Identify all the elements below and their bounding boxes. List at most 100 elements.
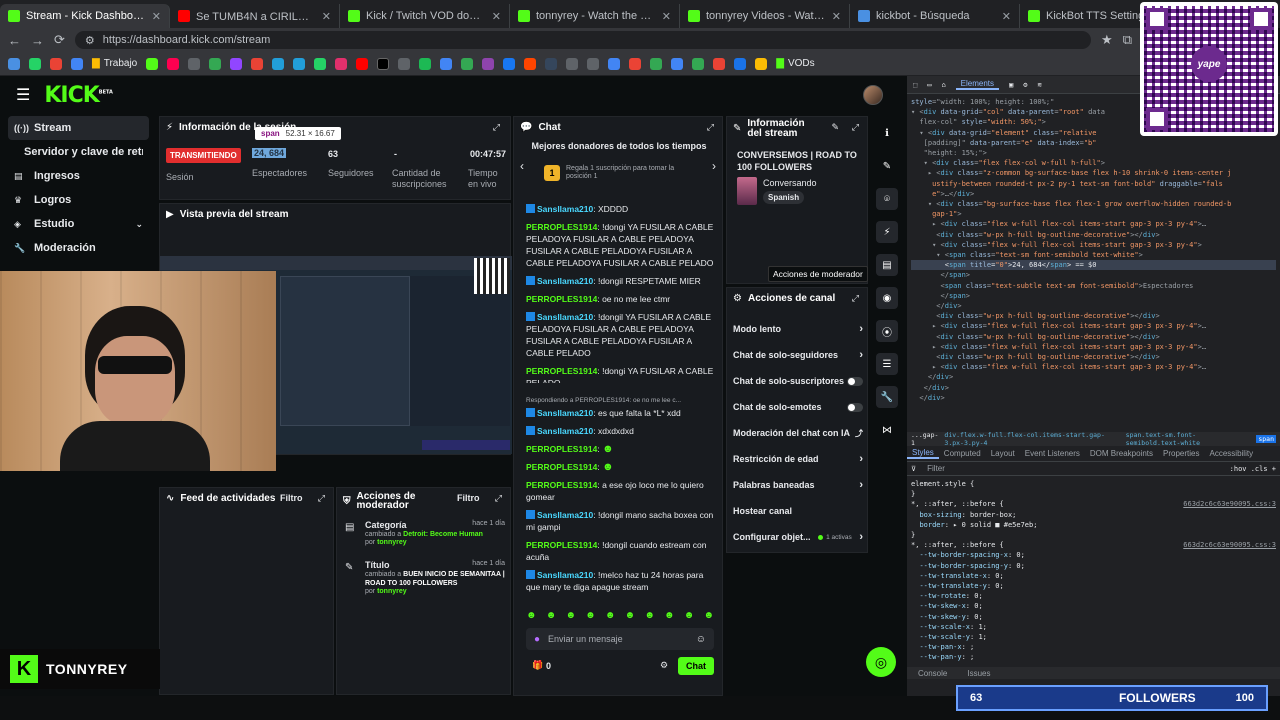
dom-node[interactable]: ustify-between rounded-t px-2 py-1 text-… [911, 179, 1276, 189]
popout-icon[interactable]: ⤢ [852, 293, 859, 304]
star-icon[interactable]: ★ [1101, 32, 1113, 48]
chat-username[interactable]: Sansllama210 [537, 570, 593, 580]
close-icon[interactable]: ✕ [1002, 10, 1011, 23]
chat-username[interactable]: PERROPLES1914 [526, 462, 597, 472]
chat-username[interactable]: PERROPLES1914 [526, 294, 597, 304]
bookmark-icon[interactable] [629, 57, 642, 70]
close-icon[interactable]: ✕ [832, 10, 841, 23]
dom-node[interactable]: ▾ <div class="bg-surface-base flex flex-… [911, 199, 1276, 209]
file-explorer-icon[interactable] [561, 694, 579, 713]
tab-console[interactable]: Console [913, 669, 952, 678]
sidebar-item[interactable]: 🔧 Moderación [0, 236, 157, 260]
sidebar-item[interactable]: Servidor y clave de retransmisión [0, 140, 157, 164]
popout-icon[interactable]: ⤢ [493, 122, 500, 133]
chrome-icon[interactable] [589, 694, 607, 713]
dom-node[interactable]: <div class="w-px h-full bg-outline-decor… [911, 230, 1276, 240]
bookmark-icon[interactable] [482, 57, 495, 70]
emote-icon[interactable]: ☻ [526, 610, 537, 621]
emote-icon[interactable]: ☻ [684, 610, 695, 621]
avatar[interactable] [863, 85, 883, 105]
filter-input[interactable]: Filter [922, 464, 1224, 473]
tab-issues[interactable]: Issues [962, 669, 995, 678]
share-icon[interactable]: ⋈ [876, 419, 898, 441]
whatsapp-icon[interactable] [29, 57, 41, 70]
bookmark-icon[interactable] [524, 57, 537, 70]
popout-icon[interactable]: ⤢ [707, 122, 714, 133]
network-icon[interactable]: ≋ [1037, 81, 1041, 89]
bookmark-icon[interactable] [734, 57, 747, 70]
dom-node[interactable]: e">…</div> [911, 189, 1276, 199]
filter-controls[interactable]: :hov .cls + [1230, 465, 1276, 473]
bookmark-icon[interactable] [713, 57, 726, 70]
whatsapp-icon[interactable] [729, 694, 747, 713]
breadcrumb-item[interactable]: span [1256, 435, 1276, 443]
menu-icon[interactable]: ☰ [16, 85, 30, 105]
edge-icon[interactable] [673, 694, 691, 713]
gift-icon[interactable]: 🎁 [532, 660, 543, 671]
emote-icon[interactable]: ☻ [625, 610, 636, 621]
bookmark-icon[interactable] [566, 57, 579, 70]
chat-username[interactable]: PERROPLES1914 [526, 222, 597, 232]
twitch-icon[interactable] [230, 57, 243, 70]
site-info-icon[interactable]: ⚙ [85, 34, 95, 47]
chat-username[interactable]: Sansllama210 [537, 312, 593, 322]
close-icon[interactable]: ✕ [322, 10, 331, 23]
bookmark-icon[interactable] [440, 57, 453, 70]
channel-action-row[interactable]: Chat de solo-seguidores › [727, 342, 869, 368]
close-icon[interactable]: ✕ [152, 10, 161, 23]
mod-item-value[interactable]: Detroit: Become Human [403, 531, 483, 538]
sidebar-item[interactable]: ◈ Estudio ⌄ [0, 212, 157, 236]
inspect-icon[interactable]: ⬚ [913, 81, 917, 89]
tab-event-listeners[interactable]: Event Listeners [1020, 449, 1085, 458]
url-field[interactable]: ⚙ https://dashboard.kick.com/stream [74, 31, 1092, 49]
forward-icon[interactable]: → [31, 33, 44, 48]
browser-tab[interactable]: kickbot - Búsqueda ✕ [850, 4, 1020, 28]
bookmark-folder-trabajo[interactable]: ▇ Trabajo [92, 58, 137, 69]
extensions-icon[interactable]: ⧉ [1123, 32, 1132, 48]
dom-node[interactable]: <span class="text-subtle text-sm font-se… [911, 281, 1276, 291]
youtube-icon[interactable] [356, 57, 369, 70]
emote-icon[interactable]: ☻ [703, 610, 714, 621]
sidebar-item[interactable]: ▤ Ingresos [0, 164, 157, 188]
home-icon[interactable]: ⌂ [941, 81, 945, 89]
css-source-link[interactable]: 663d2c6c63e90095.css:3 [1183, 540, 1276, 550]
mod-actions-icon[interactable]: ▤ [876, 254, 898, 276]
browser-tab[interactable]: tonnyrey - Watch the VOD on Kick ✕ [510, 4, 680, 28]
activity-filter-button[interactable]: Filtro [280, 493, 303, 503]
emote-icon[interactable]: ☻ [664, 610, 675, 621]
next-arrow-icon[interactable]: › [712, 159, 716, 173]
chat-username[interactable]: PERROPLES1914 [526, 540, 597, 550]
bookmark-icon[interactable] [608, 57, 621, 70]
popout-icon[interactable]: ⤢ [495, 493, 502, 504]
back-icon[interactable]: ← [8, 33, 21, 48]
tab-computed[interactable]: Computed [939, 449, 986, 458]
dom-node[interactable]: ▸ <div class="z-common bg-surface-base f… [911, 168, 1276, 178]
dom-node[interactable]: ▸ <div class="flex w-full flex-col items… [911, 362, 1276, 372]
emoji-icon[interactable]: ☺ [696, 634, 706, 645]
dom-node[interactable]: </span> [911, 291, 1276, 301]
gmail-icon[interactable] [50, 57, 62, 70]
dom-node[interactable]: </div> [911, 383, 1276, 393]
kick-logo[interactable]: KICKBETA [44, 83, 113, 108]
popout-icon[interactable]: ⤢ [318, 493, 325, 504]
bookmark-icon[interactable] [314, 57, 327, 70]
app-icon[interactable] [645, 694, 663, 713]
emote-icon[interactable]: ☻ [565, 610, 576, 621]
channel-action-row[interactable]: Chat de solo-emotes [727, 394, 869, 420]
sidebar-item[interactable]: ♛ Logros [0, 188, 157, 212]
bookmark-icon[interactable] [188, 57, 201, 70]
bookmark-icon[interactable] [8, 57, 20, 70]
bookmark-icon[interactable] [461, 57, 474, 70]
bookmark-icon[interactable] [71, 57, 83, 70]
x-icon[interactable] [377, 57, 390, 70]
reload-icon[interactable]: ⟳ [54, 32, 65, 48]
emote-icon[interactable]: ☻ [605, 610, 616, 621]
close-icon[interactable]: ✕ [492, 10, 501, 23]
bolt-icon[interactable]: ⚡ [876, 221, 898, 243]
dom-node[interactable]: ▸ <div class="flex w-full flex-col items… [911, 342, 1276, 352]
tab-styles[interactable]: Styles [907, 448, 939, 459]
channel-action-row[interactable]: Hostear canal [727, 498, 869, 524]
chat-input[interactable]: ● Enviar un mensaje ☺ [526, 628, 714, 650]
channel-action-row[interactable]: Modo lento › [727, 316, 869, 342]
tab-accessibility[interactable]: Accessibility [1205, 449, 1259, 458]
